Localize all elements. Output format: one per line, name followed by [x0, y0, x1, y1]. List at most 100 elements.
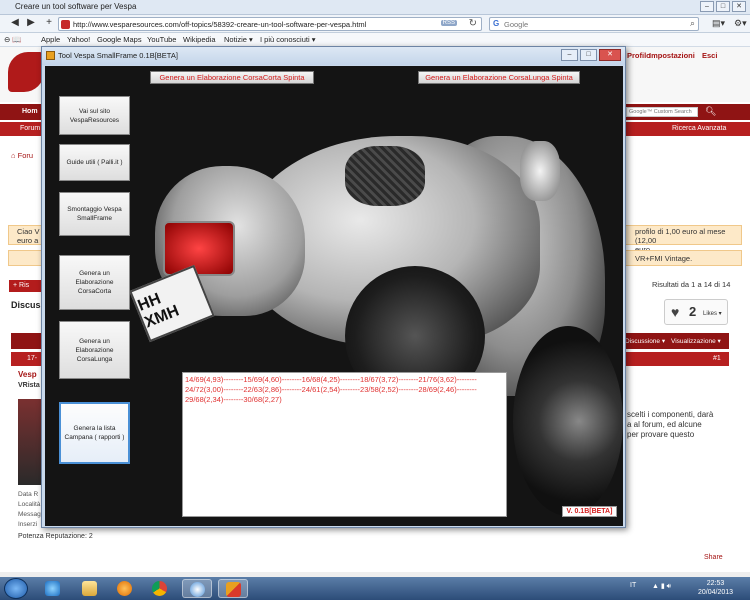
post-text-line: per provare questo: [627, 430, 695, 439]
results-count: Risultati da 1 a 14 di 14: [652, 280, 731, 289]
minimize-button[interactable]: –: [700, 1, 714, 12]
view-mode-menu[interactable]: Visualizzazione ▾: [671, 337, 721, 345]
clock[interactable]: 22:53 20/04/2013: [698, 579, 733, 597]
app-maximize-button[interactable]: □: [580, 49, 597, 61]
chrome-icon[interactable]: [145, 579, 175, 598]
language-indicator[interactable]: IT: [630, 582, 636, 589]
start-button[interactable]: [4, 578, 28, 599]
browser-title-bar: Creare un tool software per Vespa – □ ✕: [0, 0, 750, 15]
add-tab-icon[interactable]: +: [42, 17, 56, 30]
address-bar[interactable]: http://www.vesparesources.com/off-topics…: [58, 17, 482, 31]
post-username[interactable]: VRista: [18, 382, 40, 389]
close-button[interactable]: ✕: [732, 1, 746, 12]
vesparesources-site-button[interactable]: Vai sul sito VespaResources: [59, 96, 130, 135]
share-link[interactable]: Share: [704, 554, 723, 561]
bookmarks-toggle-icon[interactable]: ⊖ 📖: [4, 35, 22, 44]
lista-campana-button[interactable]: Genera la lista Campana ( rapporti ): [59, 402, 130, 464]
notice2-right-text: VR+FMI Vintage.: [635, 254, 693, 263]
corsalunga-spinta-button[interactable]: Genera un Elaborazione CorsaLunga Spinta: [418, 71, 580, 84]
scooter-taillight: [163, 221, 235, 276]
clock-time: 22:53: [706, 580, 725, 587]
bookmarks-bar: ⊖ 📖 Apple Yahoo! Google Maps YouTube Wik…: [0, 33, 750, 47]
bookmark-google-maps[interactable]: Google Maps: [97, 35, 142, 44]
browser-search-field[interactable]: G Google ⌕: [489, 17, 699, 31]
post-text-line: scelti i componenti, darà: [627, 410, 714, 419]
site-search-input[interactable]: Google™ Custom Search: [626, 107, 698, 117]
breadcrumb-label[interactable]: Foru: [18, 151, 33, 160]
corsalunga-button[interactable]: Genera un Elaborazione CorsaLunga: [59, 321, 130, 379]
app-window-controls: – □ ✕: [561, 49, 621, 61]
file-explorer-icon[interactable]: [75, 579, 105, 598]
browser-window-title: Creare un tool software per Vespa: [15, 2, 137, 11]
google-icon: G: [493, 19, 500, 28]
post-date: 17-: [27, 355, 38, 362]
vespa-tool-taskbar-icon[interactable]: [218, 579, 248, 598]
post-number[interactable]: #1: [713, 355, 721, 362]
app-minimize-button[interactable]: –: [561, 49, 578, 61]
site-favicon-icon: [61, 20, 70, 29]
tray-icons[interactable]: ▲ ▮ 🔊︎: [652, 582, 671, 591]
breadcrumb[interactable]: ⌂ Foru: [11, 151, 33, 160]
guide-utili-button[interactable]: Guide utili ( Palli.it ): [59, 144, 130, 181]
bookmark-piu-conosciuti[interactable]: I più conosciuti ▾: [260, 35, 315, 44]
clock-date: 20/04/2013: [698, 589, 734, 596]
ratio-output-box[interactable]: 14/69(4,93)--------15/69(4,60)--------16…: [182, 372, 507, 517]
notice-left-text: Ciao V euro a: [17, 227, 40, 245]
post-text: scelti i componenti, darà a al forum, ed…: [627, 410, 713, 440]
reputation: Potenza Reputazione: 2: [18, 533, 93, 540]
taskbar: IT ▲ ▮ 🔊︎ 22:53 20/04/2013: [0, 577, 750, 600]
rss-icon[interactable]: RSS: [440, 20, 457, 26]
app-title: Tool Vespa SmallFrame 0.1B[BETA]: [58, 51, 178, 60]
bookmark-youtube[interactable]: YouTube: [147, 35, 176, 44]
user-info: Data R Località Messag Inserzi: [18, 490, 41, 530]
link-impostazioni[interactable]: Impostazioni: [649, 51, 695, 60]
media-player-icon[interactable]: [110, 579, 140, 598]
corsacorta-spinta-button[interactable]: Genera un Elaborazione CorsaCorta Spinta: [150, 71, 314, 84]
app-close-button[interactable]: ✕: [599, 49, 621, 61]
link-profilo[interactable]: Profilo: [627, 51, 651, 60]
output-line: 24/72(3,00)--------22/63(2,86)--------24…: [185, 385, 477, 394]
app-icon: [46, 51, 55, 60]
reload-icon[interactable]: ↻: [469, 18, 477, 29]
heart-icon: ♥: [671, 304, 680, 320]
safari-icon[interactable]: [182, 579, 212, 598]
post-title: Vesp: [18, 370, 37, 379]
sub-forum-link[interactable]: Forum: [20, 125, 40, 132]
forward-icon[interactable]: ▶: [24, 17, 38, 30]
likes-label: Likes ▾: [703, 311, 722, 317]
scooter-wheel: [513, 326, 623, 516]
site-logo[interactable]: [8, 52, 44, 92]
link-esci[interactable]: Esci: [702, 51, 717, 60]
browser-search-placeholder: Google: [504, 20, 529, 29]
post-text-line: a al forum, ed alcune: [627, 420, 702, 429]
reply-button[interactable]: + Ris: [9, 280, 43, 292]
user-info-line: Inserzi: [18, 521, 38, 528]
bookmark-yahoo[interactable]: Yahoo!: [67, 35, 90, 44]
user-info-line: Località: [18, 501, 41, 508]
likes-count: 2: [689, 304, 697, 319]
site-search-icon[interactable]: 🔍︎: [705, 106, 716, 117]
menu-home[interactable]: Hom: [22, 108, 38, 115]
discussion-tools-menu[interactable]: Discussione ▾: [625, 337, 665, 345]
bookmark-wikipedia[interactable]: Wikipedia: [183, 35, 216, 44]
maximize-button[interactable]: □: [716, 1, 730, 12]
app-title-bar[interactable]: Tool Vespa SmallFrame 0.1B[BETA] – □ ✕: [42, 47, 625, 65]
user-info-line: Data R: [18, 491, 39, 498]
advanced-search-link[interactable]: Ricerca Avanzata: [672, 125, 726, 132]
corsacorta-button[interactable]: Genera un Elaborazione CorsaCorta: [59, 255, 130, 310]
likes-button[interactable]: ♥ 2 Likes ▾: [664, 299, 728, 325]
browser-toolbar: ◀ ▶ + http://www.vesparesources.com/off-…: [0, 15, 750, 33]
version-label: V. 0.1B[BETA]: [562, 506, 617, 517]
address-url[interactable]: http://www.vesparesources.com/off-topics…: [73, 20, 366, 29]
bookmark-notizie[interactable]: Notizie ▾: [224, 35, 253, 44]
smontaggio-vespa-button[interactable]: Smontaggio Vespa SmallFrame: [59, 192, 130, 236]
internet-explorer-icon[interactable]: [38, 579, 68, 598]
scooter-air-filter: [345, 146, 425, 206]
search-icon[interactable]: ⌕: [690, 18, 695, 29]
bookmark-apple[interactable]: Apple: [41, 35, 60, 44]
settings-gear-icon[interactable]: ⚙▾: [734, 18, 747, 29]
back-icon[interactable]: ◀: [8, 17, 22, 30]
output-line: 14/69(4,93)--------15/69(4,60)--------16…: [185, 375, 477, 384]
user-info-line: Messag: [18, 511, 41, 518]
page-menu-icon[interactable]: ▤▾: [712, 18, 725, 29]
